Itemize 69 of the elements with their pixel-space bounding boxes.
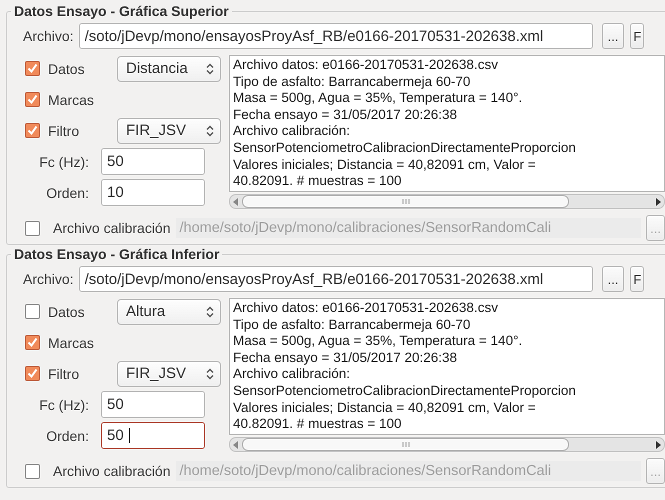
input-field[interactable]: 50 xyxy=(101,422,205,449)
scroll-left-icon[interactable] xyxy=(233,198,239,206)
group-title: Datos Ensayo - Gráfica Superior xyxy=(11,3,232,19)
scroll-left-icon[interactable] xyxy=(233,440,239,448)
extra-button[interactable]: F xyxy=(630,23,644,49)
dropdown[interactable]: Distancia xyxy=(117,56,221,82)
checkbox[interactable] xyxy=(25,123,40,138)
checkbox[interactable] xyxy=(25,92,40,107)
checkbox[interactable] xyxy=(25,61,40,76)
spinner-arrows-icon xyxy=(206,124,214,136)
field-label: Archivo: xyxy=(23,28,74,44)
checkbox-label: Marcas xyxy=(48,334,94,350)
field-label: Fc (Hz): xyxy=(38,154,90,170)
info-text-area[interactable] xyxy=(229,298,665,435)
checkbox-label: Marcas xyxy=(48,92,94,108)
info-line: Archivo datos: e0166-20170531-202638.csv xyxy=(233,57,499,74)
info-line: Valores iniciales; Distancia = 40,82091 cm, Valor = xyxy=(233,156,537,174)
info-line: Archivo calibración: xyxy=(233,366,352,383)
scroll-right-icon[interactable] xyxy=(655,198,661,206)
info-line: Tipo de asfalto: Barrancabermeja 60-70 xyxy=(233,316,472,334)
horizontal-scrollbar[interactable] xyxy=(229,194,665,209)
calibration-path: /home/soto/jDevp/mono/calibraciones/SensorRandomCali xyxy=(176,218,642,238)
browse-button[interactable]: ... xyxy=(602,23,624,49)
info-line: SensorPotenciometroCalibracionDirectamenteProporcion xyxy=(233,382,577,400)
dropdown[interactable]: FIR_JSV xyxy=(117,118,221,144)
info-line: 40.82091. # muestras = 100 xyxy=(233,173,402,190)
calibration-path: /home/soto/jDevp/mono/calibraciones/SensorRandomCali xyxy=(176,461,642,481)
dropdown[interactable]: FIR_JSV xyxy=(117,360,221,386)
info-line: Valores iniciales; Distancia = 40,82091 cm, Valor = xyxy=(233,400,537,416)
checkbox-label: Filtro xyxy=(48,366,80,382)
checkbox-label: Archivo calibración xyxy=(53,220,170,236)
field-label: Orden: xyxy=(45,428,90,444)
checkbox-label: Filtro xyxy=(48,122,80,138)
text-cursor xyxy=(129,428,130,443)
checkbox[interactable] xyxy=(25,335,40,350)
info-line: Archivo datos: e0166-20170531-202638.csv xyxy=(233,300,499,317)
scrollbar-thumb[interactable] xyxy=(242,195,570,208)
field-label: Orden: xyxy=(45,184,90,200)
group-title: Datos Ensayo - Gráfica Inferior xyxy=(11,246,222,262)
field-label: Fc (Hz): xyxy=(38,396,90,412)
horizontal-scrollbar[interactable] xyxy=(229,437,665,452)
info-line: Masa = 500g, Agua = 35%, Temperatura = 140°. xyxy=(233,333,524,350)
spinner-arrows-icon xyxy=(206,306,214,318)
input-field[interactable]: 50 xyxy=(101,391,205,418)
checkbox[interactable] xyxy=(25,366,40,381)
scroll-right-icon[interactable] xyxy=(655,440,661,448)
info-text-area[interactable] xyxy=(229,55,665,192)
checkbox-label: Archivo calibración xyxy=(53,463,170,479)
info-line: Tipo de asfalto: Barrancabermeja 60-70 xyxy=(233,74,472,90)
checkbox-label: Datos xyxy=(48,60,85,76)
spinner-arrows-icon xyxy=(206,368,214,380)
info-line: 40.82091. # muestras = 100 xyxy=(233,416,402,433)
extra-button[interactable]: F xyxy=(630,266,644,292)
info-line: SensorPotenciometroCalibracionDirectamenteProporcion xyxy=(233,140,577,157)
dropdown[interactable]: Altura xyxy=(117,298,221,324)
input-field[interactable]: 50 xyxy=(101,148,205,175)
field-label: Archivo: xyxy=(23,271,74,287)
checkbox[interactable] xyxy=(25,304,40,319)
spinner-arrows-icon xyxy=(206,62,214,74)
input-field[interactable]: 10 xyxy=(101,179,205,206)
input-field[interactable]: /soto/jDevp/mono/ensayosProyAsf_RB/e0166-20170531-202638.xml xyxy=(78,266,593,292)
input-field[interactable]: /soto/jDevp/mono/ensayosProyAsf_RB/e0166-20170531-202638.xml xyxy=(78,23,593,49)
info-line: Fecha ensayo = 31/05/2017 20:26:38 xyxy=(233,350,458,366)
info-line: Masa = 500g, Agua = 35%, Temperatura = 140°. xyxy=(233,90,524,107)
scrollbar-thumb[interactable] xyxy=(242,438,570,451)
browse-button[interactable]: ... xyxy=(602,266,624,292)
checkbox-label: Datos xyxy=(48,304,85,320)
info-line: Fecha ensayo = 31/05/2017 20:26:38 xyxy=(233,106,458,124)
info-line: Archivo calibración: xyxy=(233,123,352,140)
